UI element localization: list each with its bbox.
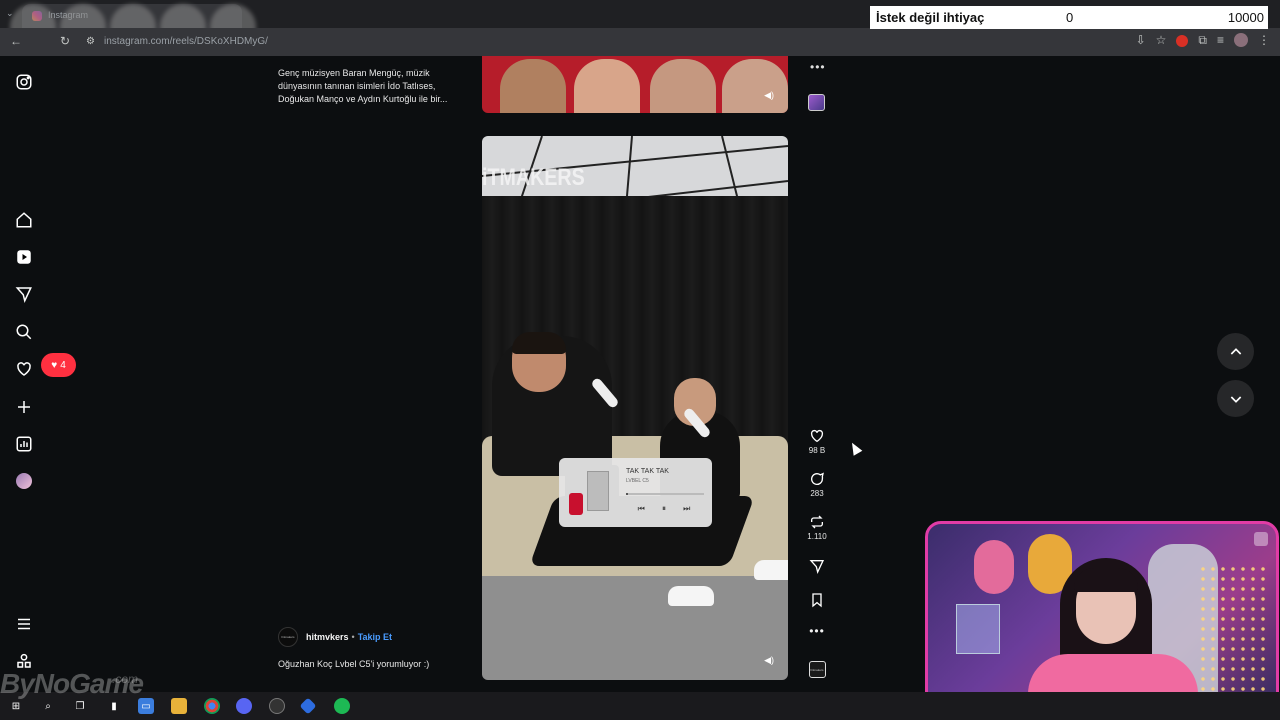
badge-heart-icon: ♥	[51, 359, 58, 371]
author-separator: •	[351, 632, 355, 642]
repost-count: 1.110	[807, 532, 827, 541]
counter-current: 0	[1066, 10, 1074, 25]
like-button[interactable]: 98 B	[800, 428, 834, 455]
chrome-icon[interactable]	[204, 698, 220, 714]
browser-menu-icon[interactable]: ⋮	[1258, 33, 1270, 48]
chevron-up-icon	[1230, 347, 1241, 355]
browser-toolbar: ← ↻ ⚙ instagram.com/reels/DSKoXHDMyG/ ⇩ …	[0, 28, 1280, 56]
install-icon[interactable]: ⇩	[1136, 33, 1146, 48]
instagram-sidebar	[0, 56, 48, 692]
media-control-icon[interactable]: ≡	[1217, 33, 1224, 48]
create-plus-icon[interactable]	[14, 397, 34, 417]
previous-reel-video[interactable]: ◀)	[482, 56, 788, 113]
obs-icon[interactable]	[269, 698, 285, 714]
reel-video[interactable]: iTMAKERS TAK TAK TAK LVBEL C5 ⏮ ⏸ ⏭ ◀)	[482, 136, 788, 680]
zoom-icon[interactable]: ▭	[138, 698, 154, 714]
reel-author: hitmakers hitmvkers • Takip Et	[278, 627, 392, 647]
author-avatar[interactable]: hitmakers	[278, 627, 298, 647]
pause-icon: ⏸	[661, 504, 666, 513]
stream-goal-counter: İstek değil ihtiyaç 0 10000	[870, 6, 1268, 29]
webcam-corner-icon	[1254, 532, 1268, 546]
badge-count: 4	[60, 359, 66, 371]
track-artist: LVBEL C5	[626, 478, 649, 484]
comment-icon	[811, 472, 824, 485]
app-icon[interactable]	[299, 697, 317, 715]
repost-icon	[811, 515, 823, 529]
like-count: 98 B	[808, 446, 826, 455]
direct-messages-icon[interactable]	[14, 284, 34, 304]
track-title: TAK TAK TAK	[626, 468, 669, 475]
audio-thumbnail: hitmakers	[808, 661, 826, 678]
windows-taskbar: ⊞ ⌕ ❐ ▮ ▭	[0, 692, 1280, 720]
extension-red-icon[interactable]	[1176, 35, 1189, 47]
reload-icon[interactable]: ↻	[60, 34, 70, 48]
reel-caption[interactable]: Oğuzhan Koç Lvbel C5'i yorumluyor :)	[278, 659, 429, 669]
more-options-icon[interactable]: •••	[800, 624, 834, 638]
start-icon[interactable]: ⊞	[8, 698, 24, 714]
save-button[interactable]	[800, 592, 834, 608]
album-art	[565, 465, 619, 519]
share-icon	[809, 560, 825, 574]
previous-reel-button[interactable]	[1217, 333, 1254, 370]
notifications-heart-icon[interactable]	[14, 359, 34, 379]
notification-badge[interactable]: ♥ 4	[41, 353, 76, 377]
counter-label: İstek değil ihtiyaç	[876, 10, 985, 25]
discord-icon[interactable]	[236, 698, 252, 714]
profile-avatar[interactable]	[14, 471, 34, 491]
reel-brand-watermark: iTMAKERS	[482, 164, 585, 191]
follow-button[interactable]: Takip Et	[358, 632, 392, 642]
search-taskbar-icon[interactable]: ⌕	[40, 698, 56, 714]
dashboard-icon[interactable]	[14, 434, 34, 454]
site-info-icon[interactable]: ⚙	[86, 36, 95, 47]
instagram-logo-icon[interactable]	[14, 72, 34, 92]
back-icon[interactable]: ←	[10, 34, 22, 48]
previous-reel-caption[interactable]: Genç müzisyen Baran Mengüç, müzik dünyas…	[278, 67, 468, 106]
address-bar[interactable]: instagram.com/reels/DSKoXHDMyG/	[104, 36, 268, 47]
counter-goal: 10000	[1227, 10, 1264, 25]
track-progress-bar	[626, 493, 704, 495]
channel-watermark-suffix: .com	[112, 672, 139, 686]
extensions-puzzle-icon[interactable]: ⧉	[1198, 33, 1207, 48]
mouse-cursor-icon	[847, 440, 863, 456]
reel-volume-icon[interactable]: ◀)	[764, 655, 774, 666]
previous-reel-audio-thumbnail[interactable]	[808, 94, 825, 111]
spotify-icon[interactable]	[334, 698, 350, 714]
bookmark-star-icon[interactable]: ☆	[1156, 33, 1167, 48]
comment-count: 283	[810, 489, 824, 498]
search-icon[interactable]	[14, 322, 34, 342]
bookmark-icon	[812, 593, 822, 608]
home-icon[interactable]	[14, 210, 34, 230]
next-track-icon: ⏭	[683, 504, 691, 513]
comment-button[interactable]: 283	[800, 471, 834, 498]
file-icon[interactable]: ▮	[106, 698, 122, 714]
file-explorer-icon[interactable]	[171, 698, 187, 714]
volume-icon[interactable]: ◀)	[764, 90, 774, 101]
task-view-icon[interactable]: ❐	[72, 698, 88, 714]
reels-icon[interactable]	[14, 247, 34, 267]
heart-icon	[810, 429, 824, 443]
next-reel-button[interactable]	[1217, 380, 1254, 417]
previous-track-icon: ⏮	[637, 504, 645, 513]
profile-avatar-icon[interactable]	[1234, 33, 1248, 47]
audio-button[interactable]: hitmakers	[800, 661, 834, 678]
music-player-overlay: TAK TAK TAK LVBEL C5 ⏮ ⏸ ⏭	[559, 458, 712, 527]
chevron-down-icon	[1230, 395, 1241, 403]
streamer-webcam	[925, 521, 1279, 718]
repost-button[interactable]: 1.110	[800, 514, 834, 541]
share-button[interactable]	[800, 558, 834, 574]
more-menu-icon[interactable]	[14, 614, 34, 634]
track-progress-fill	[626, 493, 628, 495]
author-username[interactable]: hitmvkers	[306, 632, 349, 642]
previous-reel-more-icon[interactable]: •••	[810, 60, 826, 74]
